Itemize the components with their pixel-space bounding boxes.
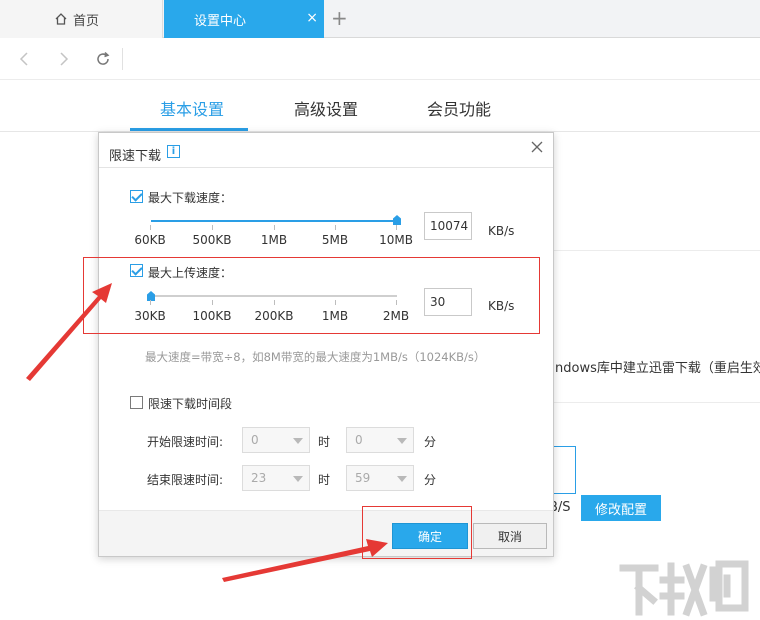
scale-label: 1MB: [260, 233, 288, 247]
highlight-box-upload: [83, 257, 540, 334]
scale-label: 500KB: [192, 233, 232, 247]
scale-tick: [335, 225, 336, 230]
active-tab-indicator: [130, 128, 248, 131]
max-download-unit: KB/s: [488, 224, 515, 238]
hour-unit: 时: [318, 473, 331, 487]
start-hour-value: 0: [251, 433, 259, 447]
back-icon[interactable]: [14, 48, 36, 70]
close-tab-icon[interactable]: ×: [306, 10, 318, 26]
start-hour-select[interactable]: 0: [242, 427, 310, 453]
chevron-down-icon: [397, 476, 407, 482]
close-icon[interactable]: [529, 139, 545, 155]
tab-advanced-settings[interactable]: 高级设置: [294, 96, 358, 120]
tab-home[interactable]: 首页: [0, 0, 163, 38]
info-icon[interactable]: i: [167, 145, 180, 158]
scale-tick: [212, 225, 213, 230]
scale-label: 10MB: [379, 233, 413, 247]
max-download-input[interactable]: 10074: [424, 212, 472, 240]
forward-icon[interactable]: [52, 48, 74, 70]
home-icon: [54, 12, 68, 26]
watermark-logo: [615, 558, 755, 618]
chevron-down-icon: [397, 438, 407, 444]
scale-tick: [396, 225, 397, 230]
browser-tab-bar: 首页 设置中心 × +: [0, 0, 760, 38]
end-time-label: 结束限速时间:: [147, 473, 224, 487]
chevron-down-icon: [293, 476, 303, 482]
speed-limit-dialog: 限速下载 i 最大下载速度： 60KB 500KB 1MB 5MB 10MB 1…: [98, 132, 554, 557]
tab-settings-center[interactable]: 设置中心 ×: [164, 0, 324, 38]
end-minute-select[interactable]: 59: [346, 465, 414, 491]
divider: [554, 250, 760, 251]
start-time-label: 开始限速时间:: [147, 435, 224, 449]
divider: [554, 402, 760, 403]
minute-unit: 分: [424, 435, 437, 449]
end-minute-value: 59: [355, 471, 371, 485]
scale-label: 60KB: [134, 233, 166, 247]
time-limit-label: 限速下载时间段: [148, 397, 233, 411]
max-download-checkbox[interactable]: [130, 190, 143, 203]
tab-member-features[interactable]: 会员功能: [427, 96, 491, 120]
highlight-box-confirm: [362, 506, 472, 559]
settings-tab-bar: 基本设置 高级设置 会员功能: [0, 80, 760, 132]
max-download-label: 最大下载速度：: [148, 191, 233, 205]
tab-settings-label: 设置中心: [194, 13, 247, 29]
dialog-title: 限速下载: [109, 149, 162, 164]
time-limit-checkbox[interactable]: [130, 396, 143, 409]
browser-nav-bar: [0, 38, 760, 80]
scale-tick: [274, 225, 275, 230]
end-hour-select[interactable]: 23: [242, 465, 310, 491]
windows-library-option-text: ndows库中建立迅雷下载（重启生效）: [555, 361, 760, 376]
cancel-button[interactable]: 取消: [473, 523, 547, 549]
refresh-icon[interactable]: [92, 48, 114, 70]
hour-unit: 时: [318, 435, 331, 449]
scale-tick: [150, 225, 151, 230]
new-tab-icon[interactable]: +: [331, 8, 348, 28]
nav-separator: [122, 48, 123, 70]
start-minute-select[interactable]: 0: [346, 427, 414, 453]
scale-label: 5MB: [321, 233, 349, 247]
tab-home-label: 首页: [73, 13, 100, 29]
minute-unit: 分: [424, 473, 437, 487]
chevron-down-icon: [293, 438, 303, 444]
end-hour-value: 23: [251, 471, 267, 485]
max-download-slider-fill: [151, 220, 397, 222]
dialog-title-divider: [99, 167, 553, 168]
modify-config-button[interactable]: 修改配置: [581, 495, 661, 521]
speed-note: 最大速度=带宽÷8，如8M带宽的最大速度为1MB/s（1024KB/s）: [145, 350, 486, 364]
max-download-slider-handle[interactable]: [393, 215, 401, 225]
tab-basic-settings[interactable]: 基本设置: [160, 96, 224, 120]
start-minute-value: 0: [355, 433, 363, 447]
